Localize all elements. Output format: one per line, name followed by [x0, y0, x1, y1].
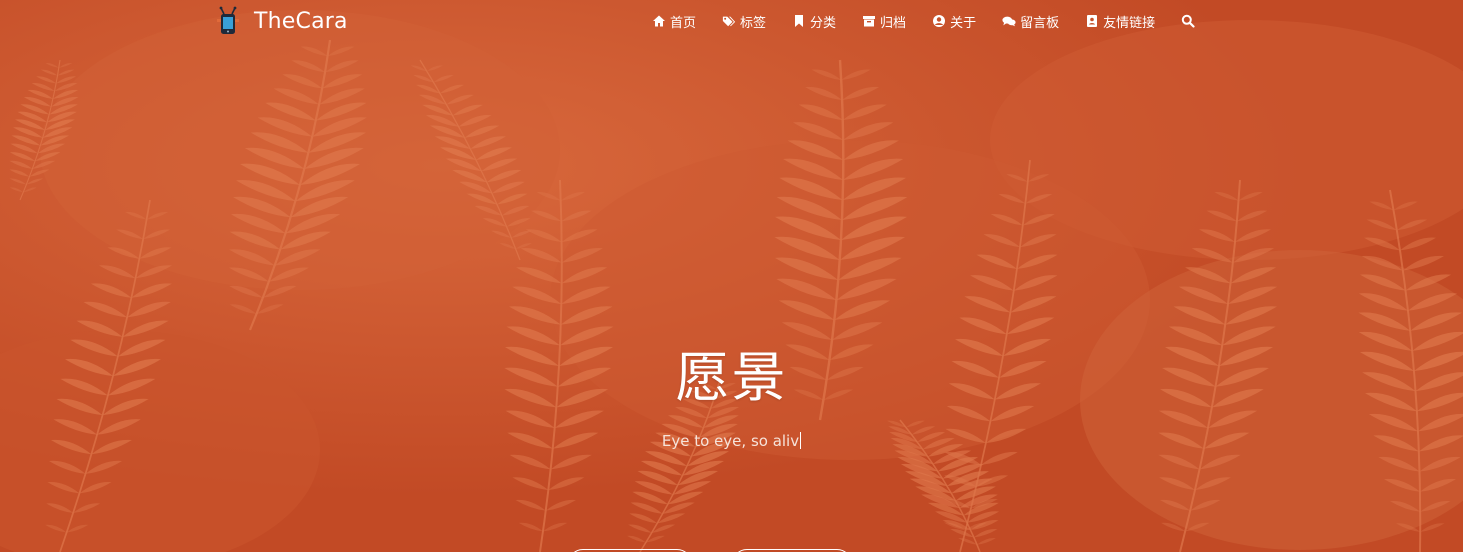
hero-section: TheCara 首页 标签 分类 归档 关于 留言板 友情链接 愿景 Eye t…	[0, 0, 1463, 552]
address-card-icon	[1087, 15, 1098, 27]
user-circle-icon	[933, 15, 946, 27]
nav-item-archive[interactable]: 归档	[862, 12, 906, 31]
nav-item-label: 关于	[950, 15, 977, 31]
brand-link[interactable]: TheCara	[214, 5, 348, 37]
home-icon	[653, 15, 665, 27]
nav-item-label: 留言板	[1020, 15, 1060, 31]
hero-subtitle: Eye to eye, so aliv	[0, 432, 1463, 450]
nav-item-label: 分类	[810, 15, 837, 31]
nav-item-about[interactable]: 关于	[932, 12, 976, 31]
typing-cursor	[800, 432, 802, 449]
nav-item-label: 归档	[880, 15, 907, 31]
search-icon	[1181, 14, 1195, 28]
nav-item-tags[interactable]: 标签	[722, 12, 766, 31]
bookmark-icon	[795, 15, 804, 27]
hero-title: 愿景	[675, 346, 788, 409]
nav-item-friend-links[interactable]: 友情链接	[1085, 12, 1155, 31]
comments-icon	[1002, 16, 1016, 27]
typed-text: Eye to eye, so aliv	[661, 432, 800, 450]
phone-antenna-logo-icon	[217, 6, 239, 34]
search-button[interactable]	[1181, 14, 1199, 28]
nav-item-label: 友情链接	[1103, 15, 1156, 31]
nav-item-label: 标签	[740, 15, 767, 31]
nav-item-guestbook[interactable]: 留言板	[1002, 12, 1059, 31]
tags-icon	[722, 16, 736, 27]
nav-item-label: 首页	[670, 15, 697, 31]
fern-background-image	[0, 0, 1463, 552]
nav-item-categories[interactable]: 分类	[792, 12, 836, 31]
brand-name: TheCara	[254, 8, 348, 34]
nav-item-home[interactable]: 首页	[652, 12, 696, 31]
main-nav: 首页 标签 分类 归档 关于 留言板 友情链接	[652, 11, 1199, 31]
archive-icon	[863, 16, 876, 27]
top-navbar: TheCara 首页 标签 分类 归档 关于 留言板 友情链接	[0, 0, 1463, 42]
